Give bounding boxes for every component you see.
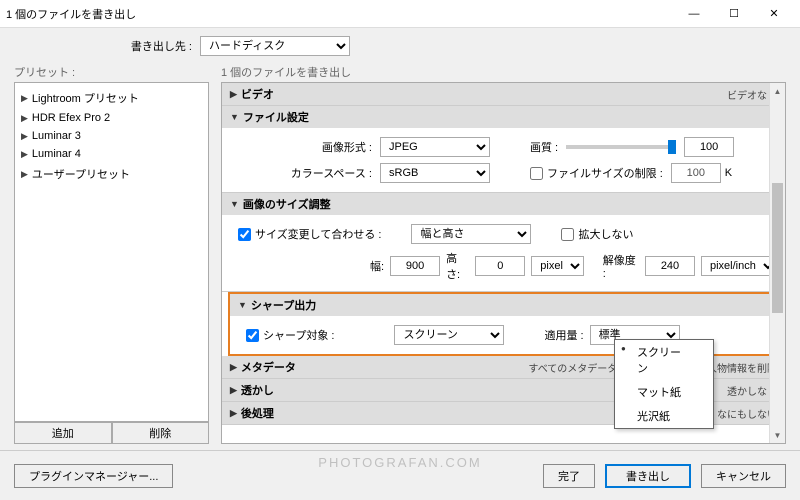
panel-head[interactable]: ▶ビデオビデオなし: [222, 83, 785, 105]
panels-header: 1 個のファイルを書き出し: [221, 64, 786, 82]
preset-buttons: 追加 削除: [14, 422, 209, 444]
quality-slider[interactable]: [566, 145, 676, 149]
panel-head[interactable]: ▼画像のサイズ調整: [222, 193, 785, 215]
export-button[interactable]: 書き出し: [605, 464, 691, 488]
panel-video: ▶ビデオビデオなし: [222, 83, 785, 106]
expand-icon: ▶: [21, 113, 28, 124]
expand-icon: ▶: [230, 385, 237, 396]
preset-item[interactable]: ▶Luminar 4: [19, 145, 204, 163]
window-controls: — ☐ ✕: [674, 0, 794, 28]
expand-icon: ▶: [21, 93, 28, 104]
colorspace-select[interactable]: sRGB: [380, 163, 490, 183]
plugin-manager-button[interactable]: プラグインマネージャー...: [14, 464, 173, 488]
destination-label: 書き出し先 :: [0, 38, 200, 54]
titlebar: 1 個のファイルを書き出し — ☐ ✕: [0, 0, 800, 28]
expand-icon: ▶: [21, 131, 28, 142]
scroll-thumb[interactable]: [772, 183, 783, 313]
sharpen-target-dropdown[interactable]: スクリーン マット紙 光沢紙: [614, 339, 714, 429]
dropdown-option[interactable]: マット紙: [615, 380, 713, 404]
scroll-down-icon[interactable]: ▼: [770, 427, 785, 443]
expand-icon: ▶: [230, 362, 237, 373]
dropdown-option[interactable]: 光沢紙: [615, 404, 713, 428]
presets-header: プリセット :: [14, 64, 209, 82]
vertical-scrollbar[interactable]: ▲ ▼: [769, 83, 785, 443]
remove-preset-button[interactable]: 削除: [112, 422, 210, 444]
resolution-input[interactable]: [645, 256, 695, 276]
unit-select[interactable]: pixel: [531, 256, 584, 276]
expand-icon: ▶: [230, 89, 237, 100]
destination-select[interactable]: ハードディスク: [200, 36, 350, 56]
noenlarge-checkbox[interactable]: 拡大しない: [561, 226, 633, 242]
sharpen-checkbox[interactable]: シャープ対象 :: [246, 327, 334, 343]
format-select[interactable]: JPEG: [380, 137, 490, 157]
settings-panels: 1 個のファイルを書き出し ▶ビデオビデオなし ▼ファイル設定 画像形式 : J…: [221, 64, 786, 444]
done-button[interactable]: 完了: [543, 464, 595, 488]
presets-panel: プリセット : ▶Lightroom プリセット ▶HDR Efex Pro 2…: [14, 64, 209, 444]
maximize-button[interactable]: ☐: [714, 0, 754, 28]
preset-item[interactable]: ▶Lightroom プリセット: [19, 87, 204, 109]
close-button[interactable]: ✕: [754, 0, 794, 28]
quality-input[interactable]: [684, 137, 734, 157]
dropdown-option[interactable]: スクリーン: [615, 340, 713, 380]
colorspace-label: カラースペース :: [230, 165, 380, 181]
panel-head[interactable]: ▼ファイル設定: [222, 106, 785, 128]
resize-mode-select[interactable]: 幅と高さ: [411, 224, 531, 244]
add-preset-button[interactable]: 追加: [14, 422, 112, 444]
destination-row: 書き出し先 : ハードディスク: [0, 28, 800, 64]
quality-label: 画質 :: [530, 139, 558, 155]
collapse-icon: ▼: [230, 199, 239, 209]
expand-icon: ▶: [230, 408, 237, 419]
resize-checkbox[interactable]: サイズ変更して合わせる :: [238, 226, 381, 242]
panel-file-settings: ▼ファイル設定 画像形式 : JPEG 画質 : カラースペース : sRGB: [222, 106, 785, 193]
expand-icon: ▶: [21, 169, 28, 180]
height-input[interactable]: [475, 256, 525, 276]
scroll-up-icon[interactable]: ▲: [770, 83, 785, 99]
res-unit-select[interactable]: pixel/inch: [701, 256, 777, 276]
cancel-button[interactable]: キャンセル: [701, 464, 786, 488]
window-title: 1 個のファイルを書き出し: [6, 6, 674, 22]
preset-item[interactable]: ▶ユーザープリセット: [19, 163, 204, 185]
width-input[interactable]: [390, 256, 440, 276]
preset-item[interactable]: ▶HDR Efex Pro 2: [19, 109, 204, 127]
panel-head[interactable]: ▼シャープ出力: [230, 294, 777, 316]
footer: プラグインマネージャー... 完了 書き出し キャンセル: [0, 450, 800, 500]
sharpen-target-select[interactable]: スクリーン: [394, 325, 504, 345]
format-label: 画像形式 :: [230, 139, 380, 155]
collapse-icon: ▼: [230, 112, 239, 122]
minimize-button[interactable]: —: [674, 0, 714, 28]
panel-sizing: ▼画像のサイズ調整 サイズ変更して合わせる : 幅と高さ 拡大しない 幅: 高さ…: [222, 193, 785, 292]
panel-area: ▶ビデオビデオなし ▼ファイル設定 画像形式 : JPEG 画質 : カラースペ…: [221, 82, 786, 444]
expand-icon: ▶: [21, 149, 28, 160]
collapse-icon: ▼: [238, 300, 247, 310]
preset-list[interactable]: ▶Lightroom プリセット ▶HDR Efex Pro 2 ▶Lumina…: [14, 82, 209, 422]
limit-checkbox[interactable]: ファイルサイズの制限 :: [530, 165, 663, 181]
preset-item[interactable]: ▶Luminar 3: [19, 127, 204, 145]
limit-input: [671, 163, 721, 183]
